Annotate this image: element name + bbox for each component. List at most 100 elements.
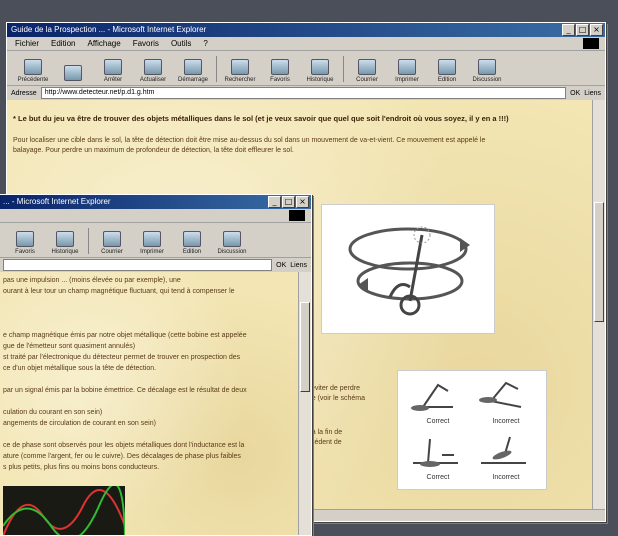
menu-help[interactable]: ? — [203, 37, 207, 50]
print-button[interactable]: Imprimer — [132, 231, 172, 257]
front-addressbar: OK Liens — [0, 258, 311, 272]
go-button[interactable]: OK — [570, 90, 580, 97]
forward-button[interactable] — [53, 65, 93, 85]
edit-icon — [438, 59, 456, 75]
toolbar-separator — [88, 228, 89, 254]
windows-logo-icon — [289, 210, 305, 221]
minimize-button[interactable]: _ — [268, 196, 281, 208]
favorites-button[interactable]: Favoris — [5, 231, 45, 257]
paragraph-line: pas une impulsion ... (moins élevée ou p… — [3, 277, 181, 284]
paragraph-line: Pour localiser une cible dans le sol, la… — [13, 137, 486, 144]
scroll-thumb[interactable] — [300, 302, 310, 392]
detector-sweep-icon — [413, 438, 458, 467]
paragraph-line: culation du courant en son sein) — [3, 409, 103, 416]
back-arrow-icon — [24, 59, 42, 75]
forward-arrow-icon — [64, 65, 82, 81]
detector-sweep-icon — [481, 436, 526, 464]
search-icon — [231, 59, 249, 75]
history-icon — [311, 59, 329, 75]
mail-button[interactable]: Courrier — [347, 59, 387, 85]
correct-label: Correct — [426, 474, 450, 481]
maximize-button[interactable]: □ — [576, 24, 589, 36]
front-vertical-scrollbar[interactable] — [298, 272, 311, 535]
discuss-button[interactable]: Discussion — [212, 231, 252, 257]
minimize-button[interactable]: _ — [562, 24, 575, 36]
go-button[interactable]: OK — [276, 262, 286, 269]
menu-outils[interactable]: Outils — [171, 37, 191, 50]
paragraph-line: ature (comme l'argent, fer ou le cuivre)… — [3, 453, 241, 460]
links-button[interactable]: Liens — [290, 262, 307, 269]
paragraph-line: par un signal émis par la bobine émettri… — [3, 387, 247, 394]
print-icon — [143, 231, 161, 247]
paragraph-line: balayage. Pour perdre un maximum de prof… — [13, 147, 294, 154]
scroll-thumb[interactable] — [594, 202, 604, 322]
back-window-titlebar[interactable]: Guide de la Prospection ... - Microsoft … — [7, 23, 605, 37]
front-toolbar: Favoris Historique Courrier Imprimer Edi… — [0, 223, 311, 258]
detector-sweep-icon — [411, 383, 453, 411]
sweep-technique-grid: Correct Incorrect Correct Incorrect — [397, 370, 547, 490]
paragraph-line: ourant à leur tour un champ magnétique f… — [3, 288, 235, 295]
menu-affichage[interactable]: Affichage — [87, 37, 120, 50]
address-label: Adresse — [11, 89, 37, 97]
mail-icon — [103, 231, 121, 247]
waveform-graph-image — [2, 483, 126, 535]
menu-favoris[interactable]: Favoris — [133, 37, 159, 50]
windows-logo-icon — [583, 38, 599, 49]
front-browser-window: ... - Microsoft Internet Explorer _ □ × … — [0, 194, 312, 536]
maximize-button[interactable]: □ — [282, 196, 295, 208]
history-button[interactable]: Historique — [45, 231, 85, 257]
correct-label: Correct — [426, 418, 450, 425]
back-window-title: Guide de la Prospection ... - Microsoft … — [11, 25, 207, 34]
links-button[interactable]: Liens — [584, 90, 601, 97]
back-addressbar: Adresse http://www.detecteur.net/p.d1.g.… — [7, 86, 605, 100]
favorites-icon — [271, 59, 289, 75]
mail-icon — [358, 59, 376, 75]
menu-edition[interactable]: Edition — [51, 37, 75, 50]
sweep-motion-illustration — [348, 226, 470, 316]
front-window-title: ... - Microsoft Internet Explorer — [3, 197, 111, 206]
stop-button[interactable]: Arrêter — [93, 59, 133, 85]
sweep-diagram-image — [321, 204, 495, 334]
phase-waveform-icon — [2, 483, 126, 535]
favorites-button[interactable]: Favoris — [260, 59, 300, 85]
favorites-icon — [16, 231, 34, 247]
sweep-correct-2: Correct — [408, 433, 468, 481]
toolbar-separator — [343, 56, 344, 82]
sweep-incorrect-1: Incorrect — [476, 377, 536, 425]
address-input[interactable]: http://www.detecteur.net/p.d1.g.htm — [40, 87, 567, 99]
history-button[interactable]: Historique — [300, 59, 340, 85]
back-menubar: Fichier Edition Affichage Favoris Outils… — [7, 37, 605, 51]
front-page-content: pas une impulsion ... (moins élevée ou p… — [0, 272, 299, 535]
paragraph-line: ce d'un objet métallique sous la tête de… — [3, 365, 157, 372]
home-button[interactable]: Démarrage — [173, 59, 213, 85]
print-icon — [398, 59, 416, 75]
close-button[interactable]: × — [296, 196, 309, 208]
incorrect-label: Incorrect — [492, 418, 520, 425]
mail-button[interactable]: Courrier — [92, 231, 132, 257]
back-vertical-scrollbar[interactable] — [592, 100, 605, 510]
back-button[interactable]: Précédente — [13, 59, 53, 85]
front-menubar — [0, 209, 311, 223]
sweep-correct-1: Correct — [408, 377, 468, 425]
incorrect-label: Incorrect — [492, 474, 520, 481]
address-input[interactable] — [3, 259, 273, 271]
paragraph-line: gue de l'émetteur sont quasiment annulés… — [3, 343, 136, 350]
paragraph-line: st traité par l'électronique du détecteu… — [3, 354, 241, 361]
page-heading: * Le but du jeu va être de trouver des o… — [13, 114, 509, 123]
back-toolbar: Précédente Arrêter Actualiser Démarrage … — [7, 51, 605, 86]
search-button[interactable]: Rechercher — [220, 59, 260, 85]
print-button[interactable]: Imprimer — [387, 59, 427, 85]
paragraph-line: e champ magnétique émis par notre objet … — [3, 332, 247, 339]
edit-button[interactable]: Edition — [427, 59, 467, 85]
refresh-button[interactable]: Actualiser — [133, 59, 173, 85]
close-button[interactable]: × — [590, 24, 603, 36]
stop-icon — [104, 59, 122, 75]
discuss-button[interactable]: Discussion — [467, 59, 507, 85]
edit-button[interactable]: Edition — [172, 231, 212, 257]
detector-sweep-icon — [479, 381, 522, 408]
menu-fichier[interactable]: Fichier — [15, 37, 39, 50]
front-window-titlebar[interactable]: ... - Microsoft Internet Explorer _ □ × — [0, 195, 311, 209]
home-icon — [184, 59, 202, 75]
discuss-icon — [478, 59, 496, 75]
paragraph-line: angements de circulation de courant en s… — [3, 420, 156, 427]
